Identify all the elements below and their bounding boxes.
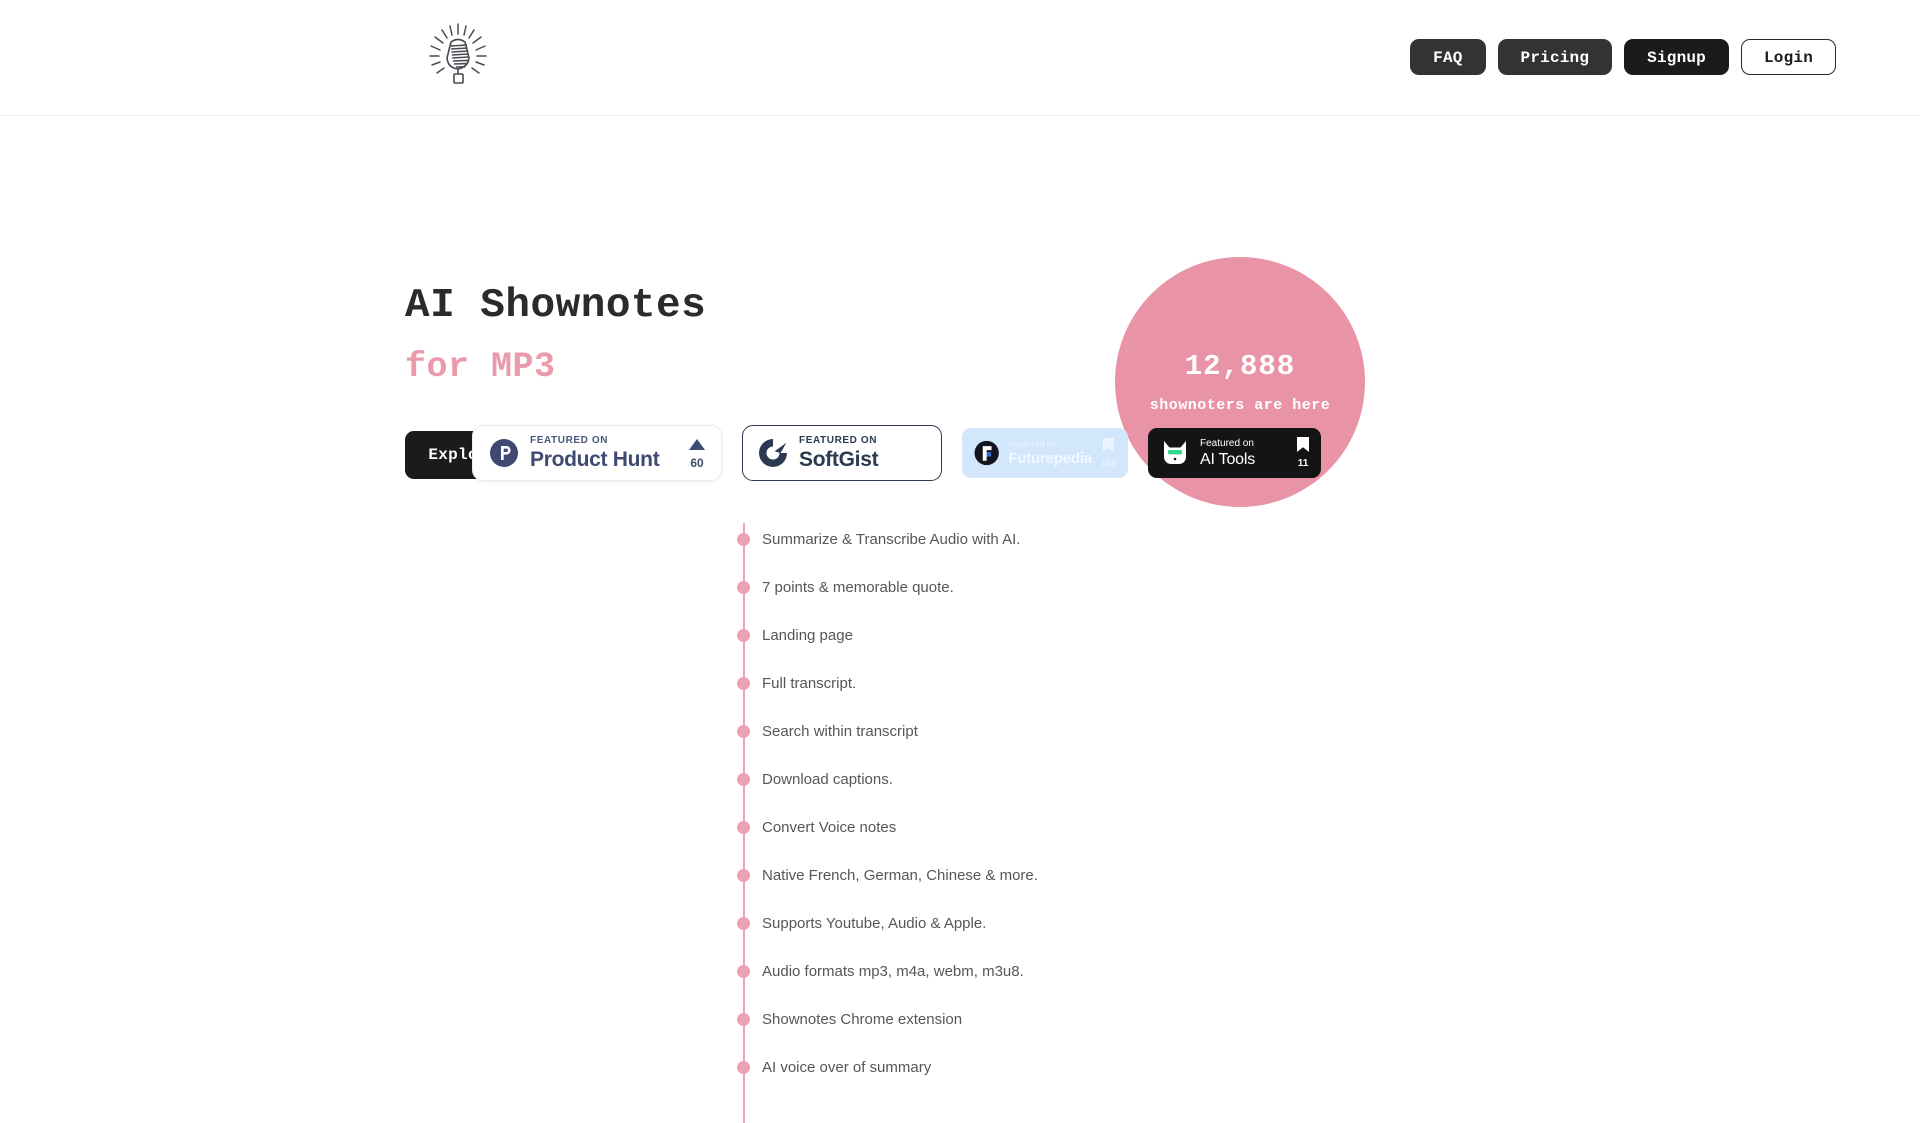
- timeline-item-label: AI voice over of summary: [762, 1059, 931, 1076]
- timeline-dot-icon: [737, 629, 750, 642]
- timeline-item: Landing page: [737, 611, 1437, 659]
- shownoters-label: shownoters are here: [1150, 397, 1331, 414]
- timeline-item: Shownotes Chrome extension: [737, 995, 1437, 1043]
- badge-product-hunt-eyebrow: FEATURED ON: [530, 436, 678, 446]
- nav-login-button[interactable]: Login: [1741, 39, 1836, 75]
- timeline-dot-icon: [737, 917, 750, 930]
- timeline-item: Convert Voice notes: [737, 803, 1437, 851]
- page-title: AI Shownotes: [405, 283, 706, 329]
- badge-ai-tools-saves: 11: [1297, 437, 1309, 469]
- timeline-item: Audio formats mp3, m4a, webm, m3u8.: [737, 947, 1437, 995]
- timeline-dot-icon: [737, 725, 750, 738]
- hero-section: AI Shownotes for MP3 Explore 12,888 show…: [0, 116, 1920, 406]
- timeline-item-label: Landing page: [762, 627, 853, 644]
- ai-tools-robot-icon: [1160, 439, 1190, 467]
- timeline-dot-icon: [737, 773, 750, 786]
- timeline-dot-icon: [737, 581, 750, 594]
- timeline-dot-icon: [737, 677, 750, 690]
- timeline-item-label: Download captions.: [762, 771, 893, 788]
- nav-faq-button[interactable]: FAQ: [1410, 39, 1485, 75]
- badge-futurepedia-name: Futurepedia: [1008, 451, 1092, 466]
- badge-futurepedia-saves: 158: [1101, 438, 1116, 468]
- timeline-item: 7 points & memorable quote.: [737, 563, 1437, 611]
- timeline-item: Download captions.: [737, 755, 1437, 803]
- upvote-triangle-icon: [689, 439, 705, 450]
- timeline-item-label: Native French, German, Chinese & more.: [762, 867, 1038, 884]
- badge-product-hunt-text: FEATURED ON Product Hunt: [530, 436, 678, 470]
- bookmark-icon: [1103, 438, 1114, 452]
- timeline-item: Supports Youtube, Audio & Apple.: [737, 899, 1437, 947]
- badge-ai-tools-name: AI Tools: [1200, 452, 1287, 468]
- timeline-item-label: Audio formats mp3, m4a, webm, m3u8.: [762, 963, 1024, 980]
- badge-ai-tools-text: Featured on AI Tools: [1200, 439, 1287, 468]
- timeline-dot-icon: [737, 869, 750, 882]
- timeline-dot-icon: [737, 821, 750, 834]
- badge-futurepedia-count: 158: [1101, 459, 1116, 468]
- badge-softgist-name: SoftGist: [799, 449, 878, 470]
- badge-futurepedia-text: Featured on Futurepedia: [1008, 440, 1092, 466]
- timeline-item-label: Full transcript.: [762, 675, 856, 692]
- feature-timeline: Summarize & Transcribe Audio with AI. 7 p…: [737, 515, 1437, 1091]
- timeline-dot-icon: [737, 1061, 750, 1074]
- badge-futurepedia-eyebrow: Featured on: [1008, 440, 1092, 449]
- futurepedia-f-icon: [974, 440, 999, 466]
- page-subtitle: for MP3: [405, 347, 556, 387]
- microphone-icon[interactable]: [424, 22, 492, 90]
- timeline-item: Summarize & Transcribe Audio with AI.: [737, 515, 1437, 563]
- badge-softgist-eyebrow: FEATURED ON: [799, 436, 878, 446]
- badge-softgist[interactable]: FEATURED ON SoftGist: [742, 425, 942, 481]
- bookmark-icon: [1297, 437, 1309, 452]
- timeline-item-label: Shownotes Chrome extension: [762, 1011, 962, 1028]
- timeline-item: AI voice over of summary: [737, 1043, 1437, 1091]
- badge-ai-tools-count: 11: [1297, 459, 1309, 469]
- timeline-item-label: 7 points & memorable quote.: [762, 579, 954, 596]
- badge-softgist-text: FEATURED ON SoftGist: [799, 436, 878, 470]
- nav-signup-button[interactable]: Signup: [1624, 39, 1729, 75]
- badge-futurepedia[interactable]: Featured on Futurepedia 158: [962, 428, 1128, 478]
- main-nav: FAQ Pricing Signup Login: [1410, 39, 1836, 75]
- timeline-item: Native French, German, Chinese & more.: [737, 851, 1437, 899]
- badge-product-hunt-count: 60: [689, 457, 705, 469]
- product-hunt-p-icon: [489, 438, 519, 468]
- featured-badges-row: FEATURED ON Product Hunt 60 FEATURED ON …: [472, 425, 1321, 481]
- softgist-g-icon: [758, 438, 788, 468]
- badge-ai-tools-eyebrow: Featured on: [1200, 439, 1287, 449]
- badge-product-hunt-name: Product Hunt: [530, 449, 678, 470]
- nav-pricing-button[interactable]: Pricing: [1498, 39, 1613, 75]
- timeline-item-label: Convert Voice notes: [762, 819, 896, 836]
- badge-product-hunt[interactable]: FEATURED ON Product Hunt 60: [472, 425, 722, 481]
- timeline-dot-icon: [737, 965, 750, 978]
- badge-ai-tools[interactable]: Featured on AI Tools 11: [1148, 428, 1321, 478]
- timeline-item: Full transcript.: [737, 659, 1437, 707]
- timeline-dot-icon: [737, 1013, 750, 1026]
- badge-product-hunt-votes: 60: [689, 438, 705, 469]
- timeline-dot-icon: [737, 533, 750, 546]
- site-header: FAQ Pricing Signup Login: [0, 0, 1920, 116]
- shownoters-count: 12,888: [1185, 350, 1295, 383]
- timeline-item-label: Supports Youtube, Audio & Apple.: [762, 915, 986, 932]
- timeline-items: Summarize & Transcribe Audio with AI. 7 p…: [737, 515, 1437, 1091]
- timeline-item-label: Summarize & Transcribe Audio with AI.: [762, 531, 1020, 548]
- timeline-item: Search within transcript: [737, 707, 1437, 755]
- timeline-item-label: Search within transcript: [762, 723, 918, 740]
